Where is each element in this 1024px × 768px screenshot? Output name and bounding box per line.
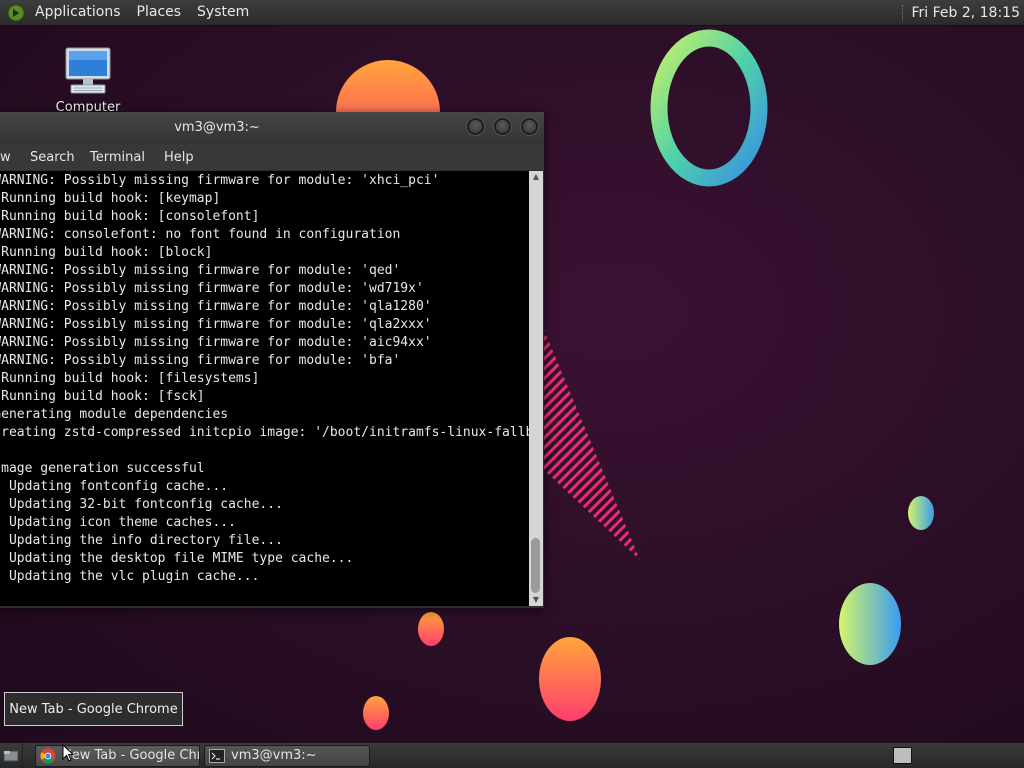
scroll-up-icon[interactable]: ▲	[529, 171, 543, 183]
terminal-line: -> Running build hook: [fsck]	[1, 389, 205, 404]
menu-applications[interactable]: Applications	[27, 0, 129, 25]
terminal-line: ==> Creating zstd-compressed initcpio im…	[0, 425, 529, 440]
bottom-taskbar: New Tab - Google Chrome vm3@vm3:~	[0, 743, 1024, 768]
scroll-down-icon[interactable]: ▼	[529, 594, 543, 606]
desktop-icon-computer[interactable]: Computer	[52, 46, 124, 115]
terminal-line: (9/9) Updating the desktop file MIME typ…	[0, 551, 354, 566]
window-titlebar[interactable]: vm3@vm3:~	[0, 112, 544, 144]
terminal-line: -> Running build hook: [block]	[1, 245, 213, 260]
panel-separator	[902, 4, 905, 21]
menu-help[interactable]: Help	[164, 150, 194, 165]
terminal-line: -> Running build hook: [consolefont]	[1, 209, 260, 224]
mouse-pointer-icon	[62, 744, 74, 762]
show-desktop-icon	[3, 750, 19, 761]
terminal-line: (8/9) Updating the info directory file..…	[0, 533, 283, 548]
minimize-button[interactable]	[467, 118, 484, 135]
terminal-menubar: w Search Terminal Help	[0, 144, 544, 170]
terminal-line: (5/9) Updating fontconfig cache...	[0, 479, 229, 494]
taskbar-item-terminal[interactable]: vm3@vm3:~	[204, 744, 370, 767]
chrome-icon	[40, 748, 56, 763]
workspace-switcher[interactable]	[893, 747, 912, 764]
terminal-line: ==> WARNING: Possibly missing firmware f…	[0, 173, 440, 188]
terminal-window[interactable]: vm3@vm3:~ w Search Terminal Help ==> WAR…	[0, 112, 544, 608]
computer-icon	[65, 47, 111, 94]
terminal-output: ==> WARNING: Possibly missing firmware f…	[0, 172, 529, 586]
terminal-line: ==> WARNING: consolefont: no font found …	[0, 227, 401, 242]
terminal-line: ==> Generating module dependencies	[0, 407, 229, 422]
menu-view[interactable]: w	[0, 150, 11, 165]
panel-tray: Fri Feb 2, 18:15	[902, 0, 1024, 25]
terminal-icon	[209, 748, 225, 763]
menu-system[interactable]: System	[189, 0, 257, 25]
terminal-line: ==> WARNING: Possibly missing firmware f…	[0, 335, 432, 350]
clock[interactable]: Fri Feb 2, 18:15	[911, 5, 1024, 21]
terminal-line: ==> WARNING: Possibly missing firmware f…	[0, 263, 401, 278]
top-panel: Applications Places System Fri Feb 2, 18…	[0, 0, 1024, 25]
taskbar-tooltip: New Tab - Google Chrome	[4, 692, 183, 726]
close-button[interactable]	[521, 118, 538, 135]
terminal-line: Updating the vlc plugin cache...	[8, 569, 260, 584]
menu-terminal[interactable]: Terminal	[90, 150, 145, 165]
terminal-line: (6/9) Updating 32-bit fontconfig cache..…	[0, 497, 283, 512]
window-title: vm3@vm3:~	[174, 120, 260, 135]
terminal-line: ==> WARNING: Possibly missing firmware f…	[0, 299, 432, 314]
terminal-output-area[interactable]: ==> WARNING: Possibly missing firmware f…	[0, 171, 529, 606]
maximize-button[interactable]	[494, 118, 511, 135]
terminal-line: ==> Image generation successful	[0, 461, 205, 476]
terminal-line: -> Running build hook: [keymap]	[1, 191, 221, 206]
menu-places[interactable]: Places	[129, 0, 190, 25]
taskbar-item-label: vm3@vm3:~	[231, 748, 317, 763]
main-menu: Applications Places System	[0, 0, 257, 25]
taskbar-item-chrome[interactable]: New Tab - Google Chrome	[35, 744, 200, 767]
scrollbar-thumb[interactable]	[531, 538, 540, 593]
terminal-line: -> Running build hook: [filesystems]	[1, 371, 260, 386]
terminal-line: (7/9) Updating icon theme caches...	[0, 515, 236, 530]
terminal-scrollbar[interactable]: ▲ ▼	[529, 171, 543, 606]
terminal-line: ==> WARNING: Possibly missing firmware f…	[0, 281, 424, 296]
terminal-line: ==> WARNING: Possibly missing firmware f…	[0, 317, 432, 332]
menu-search[interactable]: Search	[30, 150, 75, 165]
terminal-line: ==> WARNING: Possibly missing firmware f…	[0, 353, 401, 368]
mate-logo-icon	[7, 4, 25, 21]
show-desktop-button[interactable]	[0, 743, 23, 768]
taskbar-item-label: New Tab - Google Chrome	[62, 748, 200, 763]
